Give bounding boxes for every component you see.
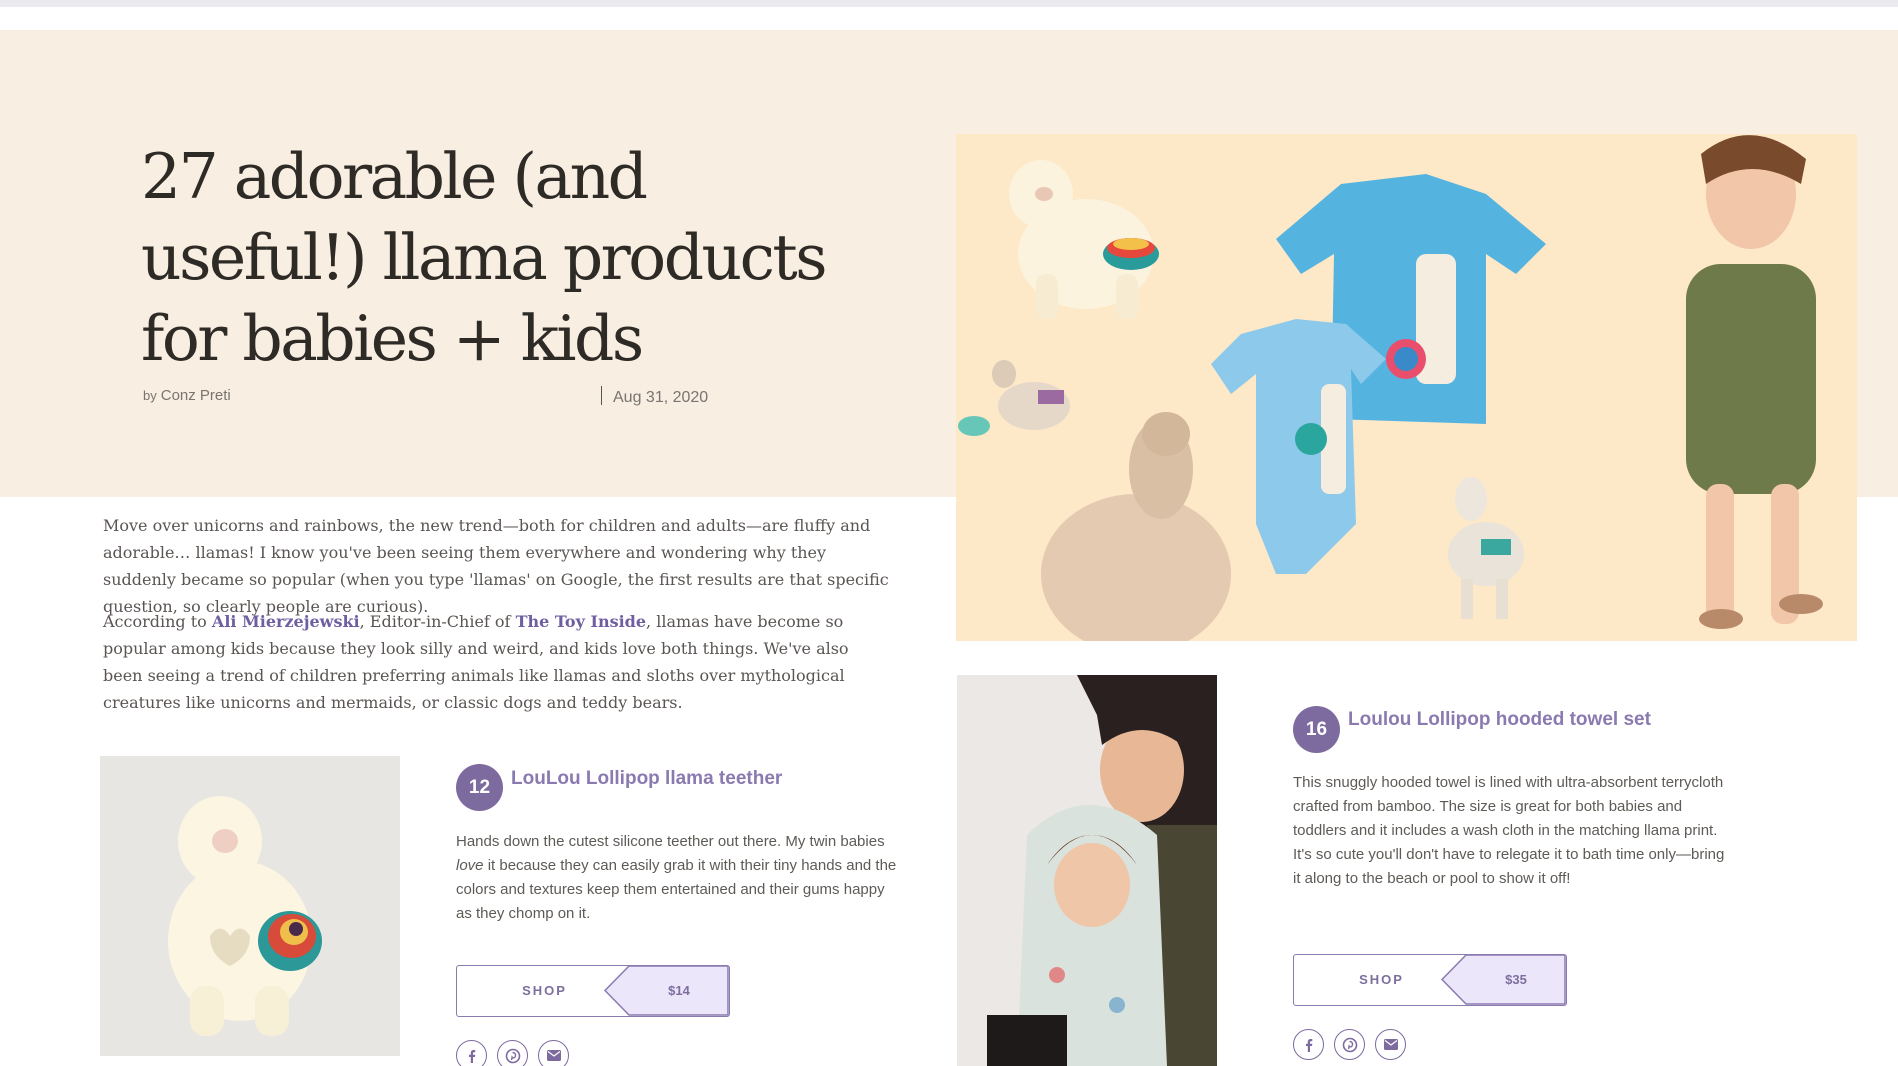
product-number-badge: 12 (456, 764, 503, 811)
byline-prefix: by (143, 388, 157, 403)
email-icon[interactable] (538, 1040, 569, 1066)
pinterest-icon[interactable] (497, 1040, 528, 1066)
product-number-badge: 16 (1293, 706, 1340, 753)
publish-date: Aug 31, 2020 (613, 389, 709, 406)
intro-paragraph-1: Move over unicorns and rainbows, the new… (103, 516, 889, 616)
shop-button[interactable]: SHOP $35 (1293, 954, 1567, 1006)
page-title: 27 adorable (and useful!) llama products… (141, 140, 828, 375)
top-bar (0, 0, 1898, 7)
product-description-text: Hands down the cutest silicone teether o… (456, 833, 885, 850)
product-title-link[interactable]: LouLou Lollipop llama teether (511, 768, 782, 790)
hooded-towel-product-image[interactable] (957, 675, 1217, 1066)
byline: by Conz Preti (143, 387, 231, 404)
price-tag[interactable]: $14 (629, 966, 729, 1015)
ali-mierzejewski-link[interactable]: Ali Mierzejewski (212, 612, 360, 631)
email-icon[interactable] (1375, 1029, 1406, 1060)
share-icons (456, 1040, 569, 1066)
product-description-emphasis: love (456, 857, 484, 874)
intro-paragraph-2: According to Ali Mierzejewski, Editor-in… (103, 608, 893, 716)
intro-text: According to (103, 612, 212, 631)
facebook-icon[interactable] (456, 1040, 487, 1066)
pinterest-icon[interactable] (1334, 1029, 1365, 1060)
product-description: This snuggly hooded towel is lined with … (1293, 774, 1725, 887)
date-divider (601, 386, 602, 405)
shop-button[interactable]: SHOP $14 (456, 965, 730, 1017)
the-toy-inside-link[interactable]: The Toy Inside (516, 612, 646, 631)
share-icons (1293, 1029, 1406, 1060)
hero-llama-collage-image (956, 134, 1857, 641)
facebook-icon[interactable] (1293, 1029, 1324, 1060)
shop-button-label[interactable]: SHOP (457, 966, 632, 1015)
price-tag[interactable]: $35 (1466, 955, 1566, 1004)
shop-button-label[interactable]: SHOP (1294, 955, 1469, 1004)
author-link[interactable]: Conz Preti (161, 387, 231, 404)
llama-teether-product-image[interactable] (100, 756, 400, 1056)
product-description: Hands down the cutest silicone teether o… (456, 830, 901, 926)
intro-text: , Editor-in-Chief of (359, 612, 516, 631)
product-description-text: it because they can easily grab it with … (456, 857, 897, 922)
product-title-link[interactable]: Loulou Lollipop hooded towel set (1348, 709, 1651, 731)
